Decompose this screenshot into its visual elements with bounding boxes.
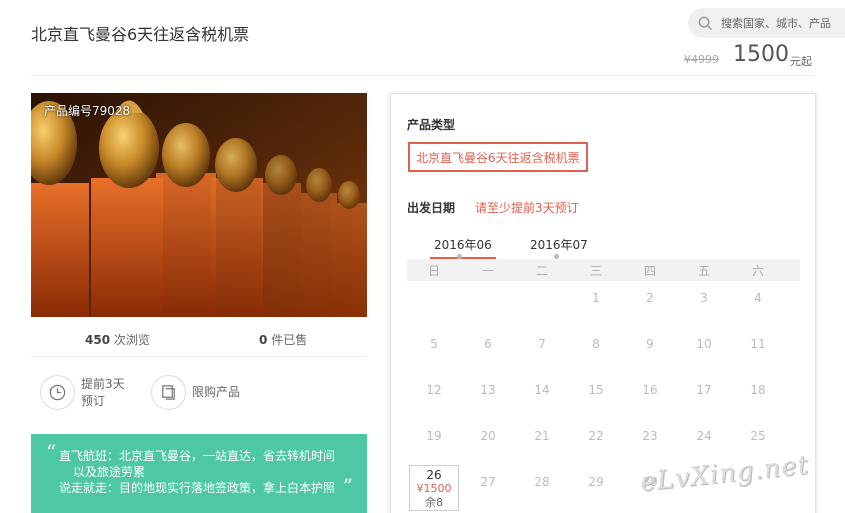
product-type-option[interactable]: 北京直飞曼谷6天往返含税机票: [408, 142, 588, 172]
stats-divider: [31, 356, 367, 357]
calendar-day[interactable]: 3: [677, 281, 731, 327]
copy-icon: [162, 385, 175, 400]
calendar-day[interactable]: 21: [515, 419, 569, 465]
product-intro: “ 直飞航班：北京直飞曼谷，一站直达，省去转机时间 以及旅途劳累 说走就走：目的…: [31, 434, 367, 513]
badge-label-advance: 提前3天预订: [81, 376, 125, 408]
price-unit: 元起: [790, 55, 812, 68]
weekday-label: 日: [427, 263, 440, 278]
weekday-label: 五: [697, 263, 710, 278]
clock-icon: [49, 384, 66, 401]
product-photo: 产品编号79028: [31, 93, 367, 317]
original-price: ¥4999: [684, 53, 719, 66]
calendar-day-selected[interactable]: 26 ¥1500 余8: [409, 465, 459, 511]
calendar-day[interactable]: 23: [623, 419, 677, 465]
calendar-empty-cell: [407, 281, 461, 327]
close-quote-icon: ”: [342, 474, 353, 498]
calendar-day[interactable]: 29: [569, 465, 623, 511]
intro-line: 说走就走：目的地现实行落地签政策，拿上白本护照: [59, 481, 336, 495]
advance-booking-badge: 提前3天预订: [40, 375, 133, 410]
day-price: ¥1500: [416, 482, 452, 495]
weekday-label: 六: [751, 263, 764, 278]
booking-hint: 请至少提前3天预订: [475, 201, 579, 215]
calendar-empty-cell: [461, 281, 515, 327]
weekday-label: 三: [589, 263, 602, 278]
calendar-day[interactable]: 12: [407, 373, 461, 419]
intro-line: 直飞航班：北京直飞曼谷，一站直达，省去转机时间: [59, 449, 336, 463]
calendar-day[interactable]: 16: [623, 373, 677, 419]
calendar-day[interactable]: 14: [515, 373, 569, 419]
booking-panel: 产品类型 北京直飞曼谷6天往返含税机票 出发日期 请至少提前3天预订 2016年…: [390, 93, 816, 513]
day-remaining: 余8: [425, 496, 443, 509]
calendar-day[interactable]: 15: [569, 373, 623, 419]
calendar-day[interactable]: 18: [731, 373, 785, 419]
calendar-day[interactable]: 7: [515, 327, 569, 373]
calendar-weekday-header: 日一二三四五六: [407, 259, 800, 281]
purchase-limit-badge: 限购产品: [151, 375, 240, 410]
calendar-day[interactable]: 2: [623, 281, 677, 327]
badge-label-limit: 限购产品: [192, 385, 241, 399]
calendar-day[interactable]: 22: [569, 419, 623, 465]
views-label: 次浏览: [113, 333, 150, 347]
page-title: 北京直飞曼谷6天往返含税机票: [31, 25, 250, 44]
header-divider: [31, 75, 815, 76]
search-icon: [698, 16, 713, 30]
sold-stat: 0 件已售: [259, 331, 307, 348]
month-tab-june[interactable]: 2016年06: [430, 236, 496, 259]
sold-label: 件已售: [271, 333, 308, 347]
product-code: 产品编号79028: [44, 104, 131, 118]
calendar-day[interactable]: 13: [461, 373, 515, 419]
weekday-label: 四: [643, 263, 656, 278]
product-type-label: 产品类型: [407, 118, 456, 132]
sold-count: 0: [259, 333, 268, 347]
views-count: 450: [85, 333, 111, 347]
calendar-empty-cell: [515, 281, 569, 327]
calendar-day[interactable]: 9: [623, 327, 677, 373]
calendar-day[interactable]: 11: [731, 327, 785, 373]
weekday-label: 二: [535, 263, 548, 278]
calendar-day[interactable]: 8: [569, 327, 623, 373]
calendar-day[interactable]: 28: [515, 465, 569, 511]
calendar-day[interactable]: 20: [461, 419, 515, 465]
calendar-day[interactable]: 4: [731, 281, 785, 327]
calendar-day[interactable]: 19: [407, 419, 461, 465]
calendar-day[interactable]: 6: [461, 327, 515, 373]
departure-date-label: 出发日期: [407, 201, 456, 215]
calendar-day[interactable]: 27: [461, 465, 515, 511]
intro-line: 以及旅途劳累: [73, 465, 146, 479]
month-tab-july[interactable]: 2016年07: [530, 236, 588, 253]
views-stat: 450 次浏览: [85, 331, 150, 348]
calendar-day[interactable]: 17: [677, 373, 731, 419]
current-price: 1500: [733, 42, 789, 67]
open-quote-icon: “: [46, 440, 57, 464]
day-number: 26: [426, 468, 442, 482]
calendar-day[interactable]: 10: [677, 327, 731, 373]
calendar-day[interactable]: 5: [407, 327, 461, 373]
search-box[interactable]: [688, 8, 845, 38]
calendar-day[interactable]: 1: [569, 281, 623, 327]
weekday-label: 一: [481, 263, 494, 278]
search-input[interactable]: [721, 16, 845, 30]
